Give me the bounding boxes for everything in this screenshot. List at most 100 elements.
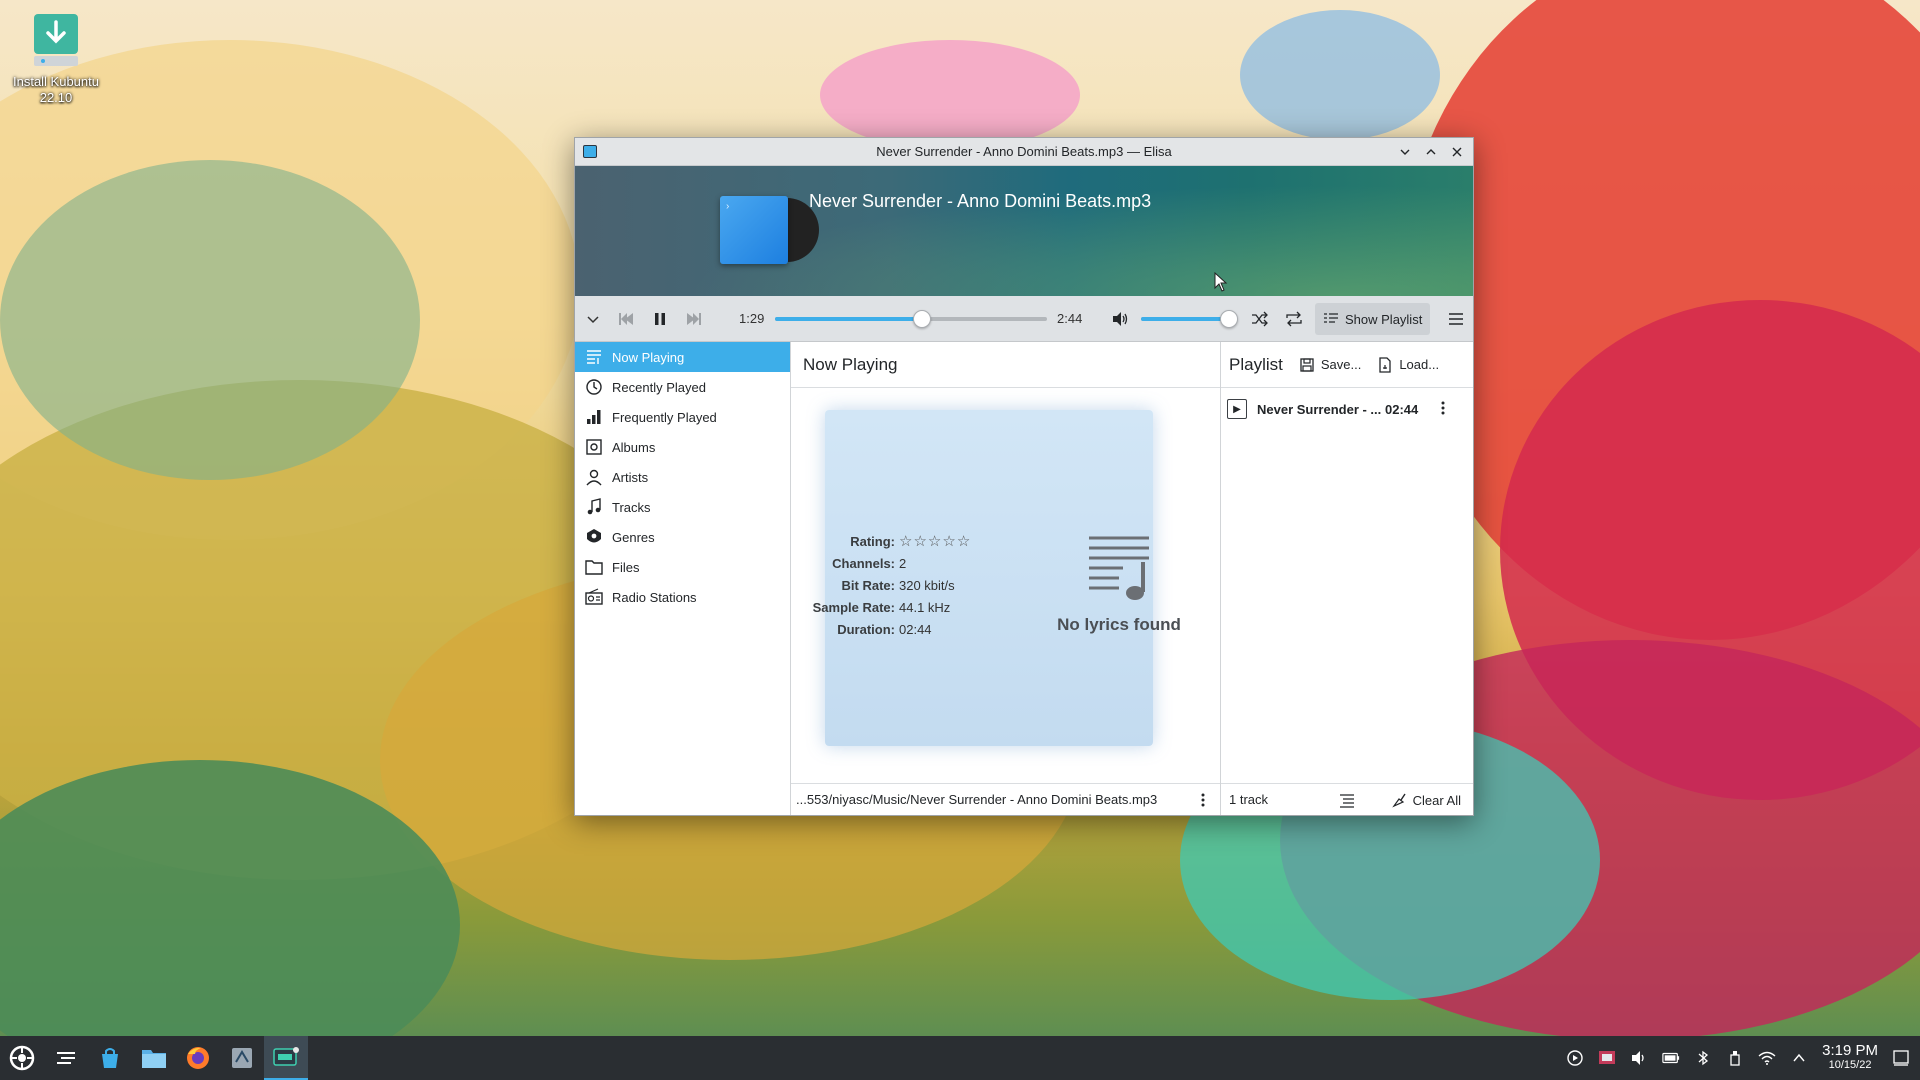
playlist-track-name: Never Surrender - ... xyxy=(1257,401,1382,417)
sidebar-item-recently-played[interactable]: Recently Played xyxy=(575,372,790,402)
star-icon[interactable]: ☆ xyxy=(957,532,970,550)
application-launcher-button[interactable] xyxy=(0,1036,44,1080)
track-options-button[interactable] xyxy=(1440,400,1446,419)
pause-button[interactable] xyxy=(645,304,675,334)
clock-icon xyxy=(585,378,603,396)
wifi-icon xyxy=(1758,1051,1776,1065)
volume-icon xyxy=(1113,312,1128,326)
clear-all-button[interactable]: Clear All xyxy=(1391,792,1461,808)
metadata-value: 44.1 kHz xyxy=(899,599,951,615)
overview-button[interactable] xyxy=(44,1036,88,1080)
metadata-key: Rating: xyxy=(850,533,895,549)
window-titlebar[interactable]: Never Surrender - Anno Domini Beats.mp3 … xyxy=(575,138,1473,166)
bar-chart-icon xyxy=(585,408,603,426)
installer-taskbar-button[interactable] xyxy=(220,1036,264,1080)
minimize-button[interactable] xyxy=(1395,142,1415,162)
sidebar-item-genres[interactable]: Genres xyxy=(575,522,790,552)
skip-next-icon xyxy=(687,313,701,325)
volume-handle[interactable] xyxy=(1220,310,1238,328)
close-button[interactable] xyxy=(1447,142,1467,162)
sidebar-item-artists[interactable]: Artists xyxy=(575,462,790,492)
metadata-row-samplerate: Sample Rate: 44.1 kHz xyxy=(801,596,970,618)
save-icon xyxy=(1300,357,1314,372)
metadata-row-bitrate: Bit Rate: 320 kbit/s xyxy=(801,574,970,596)
file-path-bar: ...553/niyasc/Music/Never Surrender - An… xyxy=(791,783,1220,815)
collapse-header-button[interactable] xyxy=(578,304,608,334)
kubuntu-logo-icon xyxy=(9,1045,35,1071)
bluetooth-tray-button[interactable] xyxy=(1694,1049,1712,1067)
elisa-app-icon xyxy=(583,145,597,158)
playing-indicator-icon: ▶ xyxy=(1227,399,1247,419)
load-playlist-button[interactable]: Load... xyxy=(1377,356,1439,373)
seek-slider[interactable] xyxy=(775,310,1047,328)
sidebar-item-now-playing[interactable]: Now Playing xyxy=(575,342,790,372)
file-manager-button[interactable] xyxy=(132,1036,176,1080)
clock-time: 3:19 PM xyxy=(1822,1042,1878,1059)
mouse-cursor-icon xyxy=(1214,271,1228,295)
sidebar-item-files[interactable]: Files xyxy=(575,552,790,582)
clear-icon xyxy=(1391,793,1406,808)
metadata-key: Bit Rate: xyxy=(841,577,895,593)
shuffle-button[interactable] xyxy=(1245,304,1275,334)
desktop-icon-install-kubuntu[interactable]: Install Kubuntu 22.10 xyxy=(6,8,106,106)
media-player-tray-button[interactable] xyxy=(1566,1049,1584,1067)
maximize-button[interactable] xyxy=(1421,142,1441,162)
seek-handle[interactable] xyxy=(912,310,931,328)
device-tray-button[interactable] xyxy=(1726,1049,1744,1067)
metadata-key: Sample Rate: xyxy=(812,599,895,615)
sidebar-item-label: Radio Stations xyxy=(612,589,697,605)
playlist-track-duration: 02:44 xyxy=(1385,401,1419,417)
show-playlist-label: Show Playlist xyxy=(1345,311,1423,327)
next-button[interactable] xyxy=(679,304,709,334)
battery-tray-button[interactable] xyxy=(1662,1049,1680,1067)
app-menu-button[interactable] xyxy=(1441,304,1471,334)
metadata-value: 320 kbit/s xyxy=(899,577,955,593)
sidebar-item-frequently-played[interactable]: Frequently Played xyxy=(575,402,790,432)
firefox-button[interactable] xyxy=(176,1036,220,1080)
digital-clock[interactable]: 3:19 PM 10/15/22 xyxy=(1822,1042,1878,1072)
save-label: Save... xyxy=(1320,357,1362,372)
mute-button[interactable] xyxy=(1105,304,1135,334)
star-icon[interactable]: ☆ xyxy=(942,532,955,550)
folder-icon xyxy=(585,558,603,576)
metadata-row-duration: Duration: 02:44 xyxy=(801,618,970,640)
tray-expand-button[interactable] xyxy=(1790,1049,1808,1067)
now-playing-pane: Now Playing Rating: ☆ ☆ ☆ ☆ ☆ Channels: 2 Bi… xyxy=(791,342,1221,815)
metadata-value: 02:44 xyxy=(899,621,932,637)
playlist-icon xyxy=(1324,313,1338,323)
playlist-row[interactable]: ▶ Never Surrender - ... 02:44 xyxy=(1221,392,1473,426)
seek-progress xyxy=(775,317,922,321)
lyrics-icon xyxy=(1089,536,1149,600)
battery-icon xyxy=(1662,1052,1680,1064)
volume-tray-button[interactable] xyxy=(1630,1049,1648,1067)
discover-button[interactable] xyxy=(88,1036,132,1080)
file-options-button[interactable] xyxy=(1200,792,1206,811)
now-playing-icon xyxy=(585,348,603,366)
play-circle-icon xyxy=(1567,1050,1583,1066)
previous-button[interactable] xyxy=(611,304,641,334)
star-icon[interactable]: ☆ xyxy=(913,532,926,550)
repeat-button[interactable] xyxy=(1279,304,1309,334)
save-playlist-button[interactable]: Save... xyxy=(1299,357,1361,373)
volume-slider[interactable] xyxy=(1141,310,1238,328)
pause-icon xyxy=(655,313,665,325)
playlist-mode-button[interactable] xyxy=(1339,792,1355,811)
star-icon[interactable]: ☆ xyxy=(899,532,912,550)
sidebar-item-label: Recently Played xyxy=(612,379,706,395)
metadata-row-rating: Rating: ☆ ☆ ☆ ☆ ☆ xyxy=(801,530,970,552)
more-vertical-icon xyxy=(1201,793,1205,807)
network-tray-button[interactable] xyxy=(1758,1049,1776,1067)
notifications-tray-button[interactable] xyxy=(1598,1049,1616,1067)
elisa-taskbar-button[interactable] xyxy=(264,1036,308,1080)
usb-drive-icon xyxy=(1730,1051,1740,1066)
elisa-window: Never Surrender - Anno Domini Beats.mp3 … xyxy=(574,137,1474,816)
sidebar-item-radio-stations[interactable]: Radio Stations xyxy=(575,582,790,612)
playlist-header: Playlist Save... Load... xyxy=(1221,342,1473,388)
playlist-title: Playlist xyxy=(1229,354,1283,374)
show-desktop-button[interactable] xyxy=(1892,1049,1910,1067)
show-playlist-button[interactable]: Show Playlist xyxy=(1315,303,1431,335)
star-icon[interactable]: ☆ xyxy=(928,532,941,550)
rating-stars[interactable]: ☆ ☆ ☆ ☆ ☆ xyxy=(899,532,970,550)
sidebar-item-albums[interactable]: Albums xyxy=(575,432,790,462)
sidebar-item-tracks[interactable]: Tracks xyxy=(575,492,790,522)
